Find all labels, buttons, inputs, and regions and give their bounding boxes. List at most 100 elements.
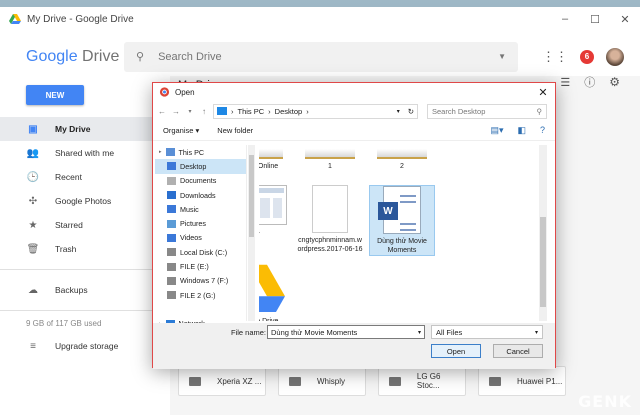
file-name-label: File name: (231, 328, 267, 337)
folder-chip[interactable]: Huawei P1... (478, 366, 566, 396)
apps-grid-icon[interactable]: ⋮⋮ (542, 49, 568, 65)
up-arrow-icon[interactable]: ↑ (199, 107, 209, 116)
tree-item-icon (167, 176, 176, 185)
tree-scrollbar[interactable] (248, 145, 255, 321)
tree-item[interactable]: Videos (155, 231, 246, 245)
file-thumbnail-icon (377, 145, 427, 159)
file-name-caption: cngtycphnminnam.wordpress.2017-06-16 (297, 237, 363, 253)
tree-item-label: Videos (180, 233, 202, 243)
search-icon[interactable]: ⚲ (136, 50, 144, 63)
list-view-icon[interactable]: ☰ (560, 76, 570, 89)
back-arrow-icon[interactable]: ← (157, 107, 167, 116)
forward-arrow-icon[interactable]: → (171, 107, 181, 116)
tree-item[interactable]: Downloads (155, 188, 246, 202)
drive-search-bar[interactable]: ⚲ Search Drive ▼ (124, 41, 518, 72)
info-icon[interactable]: ⓘ (584, 74, 595, 90)
tree-item[interactable]: Local Disk (C:) (155, 245, 246, 259)
upgrade-storage-link[interactable]: ≡ Upgrade storage (0, 334, 170, 358)
new-button[interactable]: NEW (26, 85, 84, 105)
cancel-button[interactable]: Cancel (493, 344, 543, 358)
tree-item-label: Local Disk (C:) (180, 247, 228, 257)
file-tile[interactable]: Google Drive (259, 258, 291, 321)
dialog-search-input[interactable]: Search Desktop ⚲ (427, 103, 547, 119)
tree-item-icon (167, 205, 176, 214)
tree-item-icon (167, 233, 176, 242)
file-thumbnail-icon (305, 145, 355, 159)
file-tile[interactable]: W Dùng thử Movie Moments (369, 185, 435, 256)
sidebar-item-starred[interactable]: ★ Starred (0, 213, 170, 237)
pinwheel-icon: ✣ (28, 195, 38, 207)
settings-gear-icon[interactable]: ⚙ (609, 75, 620, 89)
google-drive-logo[interactable]: Google Drive (0, 48, 119, 66)
folder-chip[interactable]: LG G6 Stoc... (378, 366, 466, 396)
file-tile[interactable]: 2 (369, 145, 435, 171)
file-tile[interactable]: cngtycphnminnam.wordpress.2017-06-16 (297, 185, 363, 254)
close-icon[interactable]: ✕ (610, 13, 640, 26)
refresh-icon[interactable]: ↻ (408, 107, 414, 116)
tree-item[interactable]: Desktop (155, 159, 246, 174)
storage-icon: ≡ (30, 340, 36, 352)
file-scrollbar[interactable] (539, 145, 547, 321)
sidebar-item-label: Recent (55, 172, 82, 182)
tree-item-icon (165, 148, 175, 157)
open-file-dialog: Open ✕ ← → ▾ ↑ › This PC › Desktop › ▾ ↻… (152, 82, 556, 369)
search-options-icon[interactable]: ▼ (498, 52, 506, 61)
dialog-close-icon[interactable]: ✕ (531, 86, 555, 99)
avatar[interactable] (606, 47, 624, 66)
people-icon: 👥 (26, 147, 40, 159)
tree-item[interactable]: Pictures (155, 216, 246, 230)
folder-chip[interactable]: Whisply (278, 366, 366, 396)
tree-item[interactable]: FILE 2 (G:) (155, 288, 246, 302)
breadcrumb-desktop[interactable]: Desktop (275, 107, 303, 116)
sidebar-item-recent[interactable]: 🕒 Recent (0, 165, 170, 189)
folder-name: Huawei P1... (517, 376, 563, 386)
file-tile[interactable]: 1 (297, 145, 363, 171)
word-document-icon: W (378, 186, 421, 234)
address-dropdown-icon[interactable]: ▾ (397, 108, 400, 115)
folder-chip[interactable]: Xperia XZ ... (178, 366, 266, 396)
sidebar-item-google-photos[interactable]: ✣ Google Photos (0, 189, 170, 213)
browser-titlebar: My Drive - Google Drive – ☐ ✕ (0, 7, 640, 31)
tree-item[interactable]: Music (155, 202, 246, 216)
tree-expand-icon[interactable]: ▸ (159, 149, 162, 155)
address-bar[interactable]: › This PC › Desktop › ▾ ↻ (213, 103, 418, 119)
recent-dropdown-icon[interactable]: ▾ (185, 108, 195, 115)
file-tile[interactable]: 4 (259, 185, 291, 237)
help-icon[interactable]: ? (540, 125, 545, 136)
sidebar-item-my-drive[interactable]: ▣ My Drive (0, 117, 170, 141)
tree-item[interactable]: ▸ This PC (155, 145, 246, 159)
minimize-icon[interactable]: – (550, 13, 580, 26)
file-grid: HDDOffice Online1234cngtycphnminnam.word… (259, 145, 537, 321)
dialog-search-placeholder: Search Desktop (432, 106, 486, 116)
sidebar-item-trash[interactable]: 🗑 Trash (0, 237, 170, 261)
tree-item[interactable]: Windows 7 (F:) (155, 274, 246, 288)
tree-item[interactable]: Documents (155, 174, 246, 188)
star-icon: ★ (28, 219, 38, 231)
notification-badge[interactable]: 6 (580, 49, 594, 64)
search-icon: ⚲ (536, 106, 543, 116)
tree-item[interactable]: FILE (E:) (155, 259, 246, 273)
maximize-icon[interactable]: ☐ (580, 13, 610, 26)
folder-icon (189, 376, 201, 386)
sidebar-item-shared-with-me[interactable]: 👥 Shared with me (0, 141, 170, 165)
file-type-select[interactable]: All Files ▾ (431, 325, 543, 339)
file-tile[interactable]: Office Online (259, 145, 291, 171)
search-placeholder: Search Drive (158, 50, 222, 63)
cloud-icon: ☁ (28, 284, 38, 296)
preview-pane-icon[interactable]: ◧ (517, 125, 526, 136)
view-options-icon[interactable]: ▤▾ (490, 125, 503, 136)
sidebar-item-backups[interactable]: ☁ Backups (0, 278, 170, 302)
file-name-caption: Google Drive (259, 317, 291, 321)
tree-item-icon (167, 291, 176, 300)
sidebar-item-label: Google Photos (55, 196, 112, 206)
file-type-value: All Files (436, 327, 463, 337)
this-pc-icon (217, 107, 227, 115)
new-folder-button[interactable]: New folder (217, 126, 253, 135)
file-name-dropdown-icon[interactable]: ▾ (418, 329, 421, 336)
breadcrumb-this-pc[interactable]: This PC (238, 107, 265, 116)
dialog-navbar: ← → ▾ ↑ › This PC › Desktop › ▾ ↻ Search… (153, 101, 555, 121)
open-button[interactable]: Open (431, 344, 481, 358)
file-name-input[interactable]: Dùng thử Movie Moments ▾ (267, 325, 425, 339)
organise-menu[interactable]: Organise ▾ (163, 126, 199, 135)
sidebar-item-label: My Drive (55, 124, 91, 134)
